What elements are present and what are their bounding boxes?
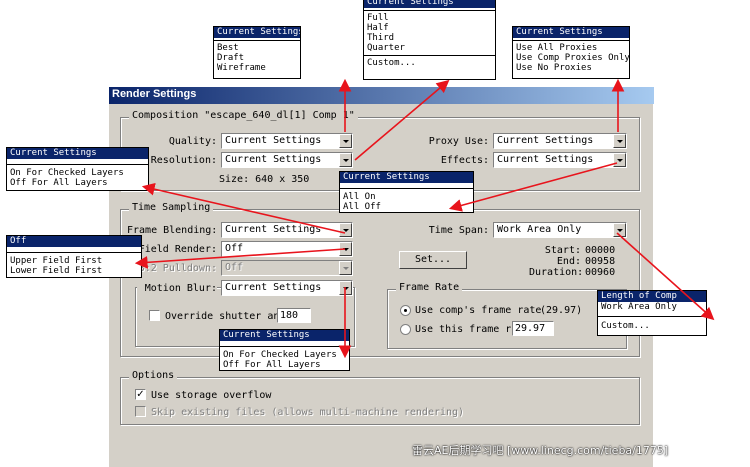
comp-rate-value: (29.97) xyxy=(540,305,583,316)
override-shutter-checkbox[interactable] xyxy=(149,310,160,321)
frame-blending-popup: Current Settings On For Checked Layers O… xyxy=(6,147,149,191)
effects-option-all-on[interactable]: All On xyxy=(340,192,473,202)
quality-option-wireframe[interactable]: Wireframe xyxy=(214,63,300,73)
motion-blur-label: Motion Blur: xyxy=(137,283,217,295)
skip-existing-label: Skip existing files (allows multi-machin… xyxy=(151,407,465,418)
effects-label: Effects: xyxy=(440,155,489,166)
proxy-use-value: Current Settings xyxy=(497,135,594,146)
frame-rate-group: Frame Rate xyxy=(387,282,627,349)
effects-popup: Current Settings All On All Off xyxy=(339,171,474,213)
motion-blur-value: Current Settings xyxy=(225,282,322,293)
chevron-down-icon[interactable] xyxy=(339,242,352,256)
chevron-down-icon xyxy=(339,261,352,275)
resolution-value: Current Settings xyxy=(225,154,322,165)
frame-blending-option-off-all[interactable]: Off For All Layers xyxy=(7,178,148,188)
storage-overflow-label: Use storage overflow xyxy=(151,390,272,401)
use-comp-rate-radio[interactable] xyxy=(400,305,411,316)
resolution-option-half[interactable]: Half xyxy=(364,23,495,33)
set-button[interactable]: Set... xyxy=(399,251,467,269)
pulldown-dropdown: Off xyxy=(221,260,353,276)
render-settings-dialog: Render Settings Composition "escape_640_… xyxy=(108,86,654,467)
use-comp-rate-label: Use comp's frame rate xyxy=(415,305,542,316)
effects-value: Current Settings xyxy=(497,154,594,165)
field-render-popup-header: Off xyxy=(7,236,141,247)
proxy-popup: Current Settings Use All Proxies Use Com… xyxy=(512,26,630,79)
watermark-text: 雷云AE后期学习吧 [www.linecg.com/tieba/1775] xyxy=(412,444,669,457)
pulldown-value: Off xyxy=(225,262,244,273)
chevron-down-icon[interactable] xyxy=(339,223,352,237)
motion-blur-option-off-all[interactable]: Off For All Layers xyxy=(220,360,349,370)
resolution-popup-header: Current Settings xyxy=(364,0,495,8)
field-render-dropdown[interactable]: Off xyxy=(221,241,353,257)
field-render-option-upper[interactable]: Upper Field First xyxy=(7,256,141,266)
motion-blur-dropdown[interactable]: Current Settings xyxy=(221,280,353,296)
time-span-popup: Length of Comp Work Area Only Custom... xyxy=(597,290,707,336)
proxy-option-comp-only[interactable]: Use Comp Proxies Only xyxy=(513,53,630,63)
duration-value: 00960 xyxy=(585,267,616,278)
frame-blending-dropdown[interactable]: Current Settings xyxy=(221,222,353,238)
size-label: Size: 640 x 350 xyxy=(219,174,310,185)
frame-blending-option-on-checked[interactable]: On For Checked Layers xyxy=(7,168,148,178)
composition-title: Composition "escape_640_dl[1] Comp 1" xyxy=(129,110,358,121)
effects-option-all-off[interactable]: All Off xyxy=(340,202,473,212)
set-button-label: Set... xyxy=(414,254,452,265)
frame-rate-title: Frame Rate xyxy=(396,282,463,293)
time-span-value: Work Area Only xyxy=(497,224,582,235)
time-span-option-work-area[interactable]: Work Area Only xyxy=(598,302,706,312)
resolution-dropdown[interactable]: Current Settings xyxy=(221,152,353,168)
proxy-popup-header: Current Settings xyxy=(513,27,629,38)
chevron-down-icon[interactable] xyxy=(339,134,352,148)
frame-rate-input[interactable]: 29.97 xyxy=(512,321,554,336)
override-shutter-label: Override shutter angl xyxy=(165,311,292,322)
quality-popup-header: Current Settings xyxy=(214,27,300,38)
time-span-option-custom[interactable]: Custom... xyxy=(598,321,706,331)
time-span-option-length-of-comp[interactable]: Length of Comp xyxy=(598,291,706,302)
resolution-option-full[interactable]: Full xyxy=(364,13,495,23)
motion-blur-popup: Current Settings On For Checked Layers O… xyxy=(219,329,350,371)
resolution-option-custom[interactable]: Custom... xyxy=(364,58,495,68)
time-span-dropdown[interactable]: Work Area Only xyxy=(493,222,627,238)
resolution-label: Resolution: xyxy=(150,155,217,166)
use-this-rate-radio[interactable] xyxy=(400,324,411,335)
field-render-popup: Off Upper Field First Lower Field First xyxy=(6,235,142,278)
quality-dropdown[interactable]: Current Settings xyxy=(221,133,353,149)
motion-blur-popup-header: Current Settings xyxy=(220,330,349,341)
chevron-down-icon[interactable] xyxy=(613,134,626,148)
quality-value: Current Settings xyxy=(225,135,322,146)
effects-popup-header: Current Settings xyxy=(340,172,473,183)
chevron-down-icon[interactable] xyxy=(339,153,352,167)
storage-overflow-checkbox[interactable]: ✓ xyxy=(135,389,146,400)
frame-blending-value: Current Settings xyxy=(225,224,322,235)
proxy-option-none[interactable]: Use No Proxies xyxy=(513,63,629,73)
skip-existing-checkbox xyxy=(135,406,146,417)
chevron-down-icon[interactable] xyxy=(613,153,626,167)
quality-option-draft[interactable]: Draft xyxy=(214,53,300,63)
options-title: Options xyxy=(129,370,178,381)
field-render-value: Off xyxy=(225,243,244,254)
frame-blending-popup-header: Current Settings xyxy=(7,148,148,159)
time-sampling-title: Time Sampling xyxy=(129,202,214,213)
shutter-angle-input[interactable]: 180 xyxy=(277,308,311,323)
motion-blur-option-on-checked[interactable]: On For Checked Layers xyxy=(220,350,349,360)
resolution-option-third[interactable]: Third xyxy=(364,33,495,43)
time-span-label: Time Span: xyxy=(428,225,489,236)
chevron-down-icon[interactable] xyxy=(613,223,626,237)
resolution-popup: Current Settings Full Half Third Quarter… xyxy=(363,0,496,80)
title-bar[interactable]: Render Settings xyxy=(109,87,654,104)
duration-label: Duration: xyxy=(529,267,584,278)
resolution-option-quarter[interactable]: Quarter xyxy=(364,43,495,53)
chevron-down-icon[interactable] xyxy=(339,281,352,295)
proxy-use-label: Proxy Use: xyxy=(428,136,489,147)
quality-popup: Current Settings Best Draft Wireframe xyxy=(213,26,301,79)
field-render-option-lower[interactable]: Lower Field First xyxy=(7,266,141,276)
proxy-use-dropdown[interactable]: Current Settings xyxy=(493,133,627,149)
effects-dropdown[interactable]: Current Settings xyxy=(493,152,627,168)
proxy-option-all[interactable]: Use All Proxies xyxy=(513,43,629,53)
use-this-rate-label: Use this frame rat xyxy=(415,324,524,335)
dialog-title: Render Settings xyxy=(112,88,197,100)
quality-option-best[interactable]: Best xyxy=(214,43,300,53)
quality-label: Quality: xyxy=(168,136,217,147)
